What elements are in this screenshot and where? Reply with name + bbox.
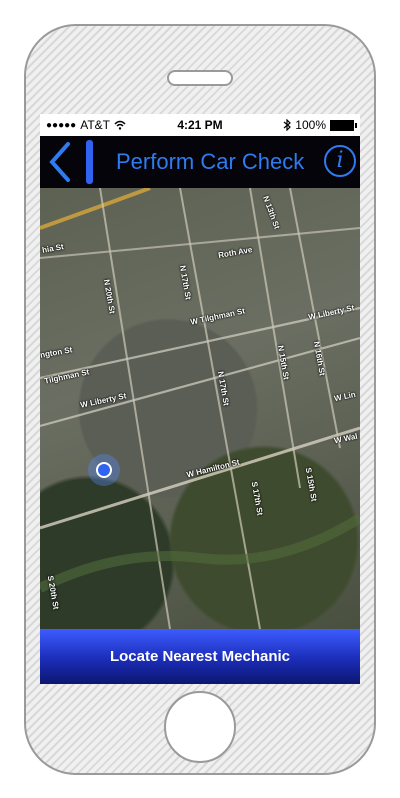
info-button[interactable]: i — [324, 145, 356, 177]
battery-icon — [330, 119, 357, 131]
navigation-bar: Perform Car Check i — [40, 136, 360, 188]
phone-screen: ●●●●● AT&T 4:21 PM 100% Perform Car Chec… — [40, 114, 360, 684]
map-roads — [40, 188, 360, 629]
locate-mechanic-button[interactable]: Locate Nearest Mechanic — [40, 629, 360, 684]
page-title: Perform Car Check — [116, 149, 305, 174]
speaker-grille — [167, 70, 233, 86]
battery-percentage: 100% — [295, 118, 326, 132]
location-dot-icon[interactable] — [88, 454, 120, 486]
bluetooth-icon — [283, 119, 292, 131]
satellite-map[interactable]: hia St N 13th St Roth Ave N 20th St N 17… — [40, 188, 360, 629]
chevron-left-icon[interactable] — [46, 140, 74, 184]
home-button[interactable] — [164, 691, 236, 763]
nav-accent-bar — [86, 140, 93, 184]
status-bar: ●●●●● AT&T 4:21 PM 100% — [40, 114, 360, 136]
